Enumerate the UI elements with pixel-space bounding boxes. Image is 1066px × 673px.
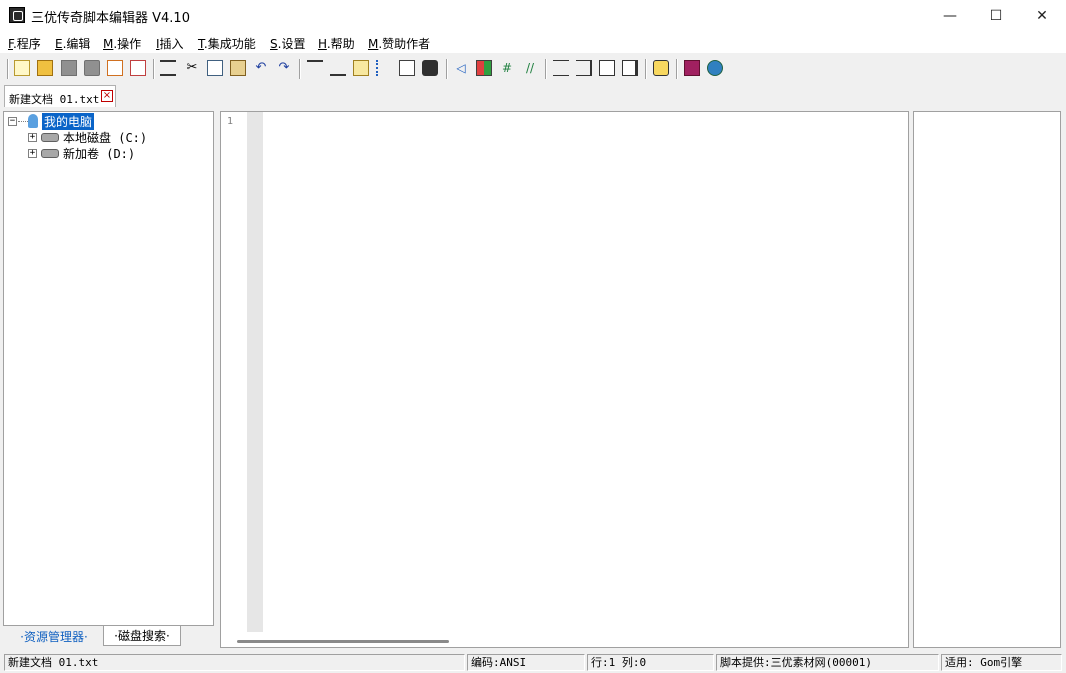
- toolbar-separator: [645, 59, 647, 79]
- drive-icon: [41, 148, 59, 158]
- tree-label-drive-c[interactable]: 本地磁盘 (C:): [63, 129, 147, 146]
- color-icon[interactable]: [476, 60, 492, 76]
- left-panel-tabs: ·资源管理器· ·磁盘搜索·: [3, 626, 214, 648]
- tab-disk-search[interactable]: ·磁盘搜索·: [103, 626, 181, 646]
- toolbar: ✂ ↶ ↷ ◁ # //: [0, 56, 1066, 82]
- close-button[interactable]: ✕: [1019, 0, 1065, 31]
- toolbar-separator: [545, 59, 547, 79]
- cut-icon[interactable]: ✂: [184, 60, 200, 76]
- tree-connector: [18, 120, 28, 122]
- menu-edit[interactable]: E.编辑: [55, 35, 90, 52]
- document-tabs: 新建文档 01.txt ×: [0, 84, 1066, 108]
- menu-integrated[interactable]: T.集成功能: [198, 35, 256, 52]
- collapse-icon[interactable]: −: [8, 116, 17, 126]
- tree-label-drive-d[interactable]: 新加卷 (D:): [63, 145, 135, 162]
- wrap-icon[interactable]: [576, 60, 592, 76]
- status-engine: 适用: Gom引擎: [941, 654, 1062, 671]
- file-tree-panel: − 我的电脑 + 本地磁盘 (C:) + 新加卷 (D:): [3, 111, 214, 626]
- new-file-icon[interactable]: [14, 60, 30, 76]
- menu-sponsor[interactable]: M.赞助作者: [368, 35, 430, 52]
- drive-icon: [41, 132, 59, 142]
- back-icon[interactable]: ◁: [453, 60, 469, 76]
- settings-icon[interactable]: [653, 60, 669, 76]
- tree-node-drive-d[interactable]: + 新加卷 (D:): [28, 145, 135, 161]
- globe-icon[interactable]: [707, 60, 723, 76]
- menu-help[interactable]: H.帮助: [318, 35, 355, 52]
- tree-node-drive-c[interactable]: + 本地磁盘 (C:): [28, 129, 147, 145]
- redo-icon[interactable]: ↷: [276, 60, 292, 76]
- expand-icon[interactable]: +: [28, 132, 37, 142]
- insert-line-icon[interactable]: [376, 60, 392, 76]
- document-icon[interactable]: [107, 60, 123, 76]
- expand-icon[interactable]: +: [28, 148, 37, 158]
- window-title: 三优传奇脚本编辑器 V4.10: [31, 11, 190, 26]
- tab-new-document[interactable]: 新建文档 01.txt ×: [4, 85, 116, 107]
- uncomment-icon[interactable]: //: [522, 60, 538, 76]
- minimize-button[interactable]: —: [927, 0, 973, 31]
- tab-resource-manager[interactable]: ·资源管理器·: [7, 626, 101, 646]
- title-bar: 三优传奇脚本编辑器 V4.10 — ☐ ✕: [0, 0, 1066, 32]
- indent-bottom-icon[interactable]: [330, 60, 346, 76]
- right-side-panel: [913, 111, 1061, 648]
- code-editor[interactable]: 1: [220, 111, 909, 648]
- copy-icon[interactable]: [207, 60, 223, 76]
- paste-icon[interactable]: [230, 60, 246, 76]
- find-icon[interactable]: [399, 60, 415, 76]
- open-folder-icon[interactable]: [37, 60, 53, 76]
- toolbar-separator: [446, 59, 448, 79]
- app-icon: [9, 7, 25, 23]
- right-panel-icon[interactable]: [622, 60, 638, 76]
- menu-insert[interactable]: I插入: [156, 35, 184, 52]
- status-cursor-position: 行:1 列:0: [587, 654, 714, 671]
- horizontal-scrollbar[interactable]: [237, 640, 449, 643]
- line-number: 1: [227, 116, 234, 127]
- menu-bar: F.程序 E.编辑 M.操作 I插入 T.集成功能 S.设置 H.帮助 M.赞助…: [0, 31, 1066, 53]
- tab-label: 新建文档 01.txt: [9, 93, 100, 106]
- comment-icon[interactable]: #: [499, 60, 515, 76]
- computer-icon: [28, 114, 38, 128]
- undo-icon[interactable]: ↶: [253, 60, 269, 76]
- status-bar: 新建文档 01.txt 编码:ANSI 行:1 列:0 脚本提供:三优素材网(0…: [0, 652, 1066, 673]
- line-number-gutter: 1: [221, 112, 263, 632]
- toolbar-separator: [7, 59, 9, 79]
- status-provider: 脚本提供:三优素材网(00001): [716, 654, 939, 671]
- lines-icon[interactable]: [553, 60, 569, 76]
- save-all-icon[interactable]: [84, 60, 100, 76]
- menu-settings[interactable]: S.设置: [270, 35, 305, 52]
- indent-top-icon[interactable]: [307, 60, 323, 76]
- toolbar-separator: [153, 59, 155, 79]
- maximize-button[interactable]: ☐: [973, 0, 1019, 31]
- tree-node-my-computer[interactable]: − 我的电脑: [8, 112, 95, 130]
- close-tab-icon[interactable]: ×: [101, 90, 113, 102]
- tree-label-my-computer[interactable]: 我的电脑: [42, 112, 95, 130]
- align-icon[interactable]: [160, 60, 176, 76]
- status-encoding: 编码:ANSI: [467, 654, 585, 671]
- menu-operate[interactable]: M.操作: [103, 35, 141, 52]
- toolbar-separator: [676, 59, 678, 79]
- documents-icon[interactable]: [130, 60, 146, 76]
- fold-margin: [247, 112, 263, 632]
- toolbar-separator: [299, 59, 301, 79]
- save-icon[interactable]: [61, 60, 77, 76]
- book-icon[interactable]: [684, 60, 700, 76]
- left-panel-icon[interactable]: [599, 60, 615, 76]
- binoculars-icon[interactable]: [422, 60, 438, 76]
- insert-file-icon[interactable]: [353, 60, 369, 76]
- menu-program[interactable]: F.程序: [8, 35, 41, 52]
- status-file: 新建文档 01.txt: [4, 654, 465, 671]
